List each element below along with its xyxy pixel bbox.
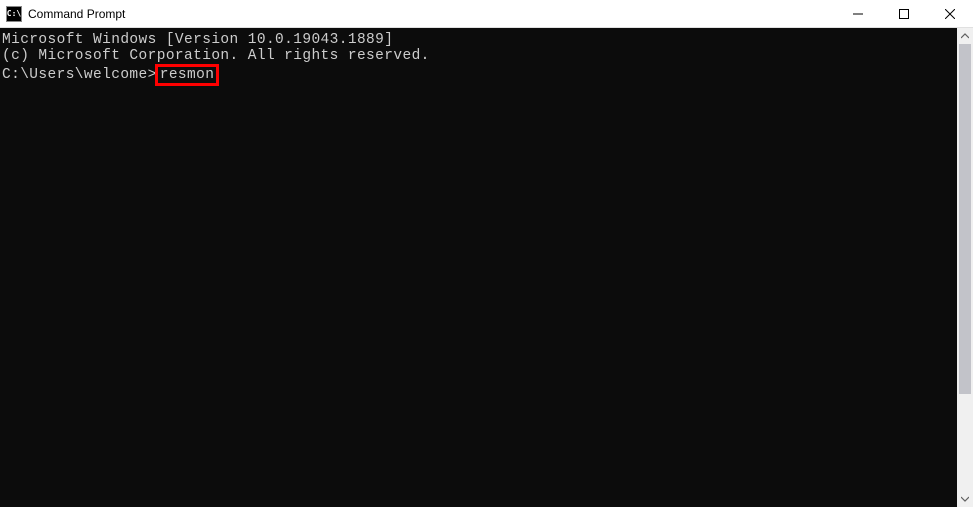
terminal-line-version: Microsoft Windows [Version 10.0.19043.18… [2, 32, 955, 48]
close-button[interactable] [927, 0, 973, 27]
maximize-button[interactable] [881, 0, 927, 27]
minimize-icon [853, 9, 863, 19]
titlebar[interactable]: C:\ Command Prompt [0, 0, 973, 28]
command-highlight: resmon [155, 64, 220, 86]
content-area: Microsoft Windows [Version 10.0.19043.18… [0, 28, 973, 507]
window-controls [835, 0, 973, 27]
scrollbar-track[interactable] [957, 44, 973, 491]
vertical-scrollbar[interactable] [957, 28, 973, 507]
scrollbar-down-button[interactable] [957, 491, 973, 507]
scrollbar-thumb[interactable] [959, 44, 971, 394]
terminal-prompt-line: C:\Users\welcome>resmon [2, 64, 955, 86]
window-title: Command Prompt [28, 7, 835, 21]
app-icon: C:\ [6, 6, 22, 22]
terminal-command: resmon [160, 67, 215, 83]
terminal-line-copyright: (c) Microsoft Corporation. All rights re… [2, 48, 955, 64]
app-icon-label: C:\ [7, 9, 21, 18]
terminal-prompt: C:\Users\welcome> [2, 67, 157, 83]
chevron-up-icon [961, 32, 969, 40]
chevron-down-icon [961, 495, 969, 503]
minimize-button[interactable] [835, 0, 881, 27]
close-icon [945, 9, 955, 19]
terminal-output[interactable]: Microsoft Windows [Version 10.0.19043.18… [0, 28, 957, 507]
scrollbar-up-button[interactable] [957, 28, 973, 44]
command-prompt-window: C:\ Command Prompt Microsoft Wi [0, 0, 973, 507]
maximize-icon [899, 9, 909, 19]
